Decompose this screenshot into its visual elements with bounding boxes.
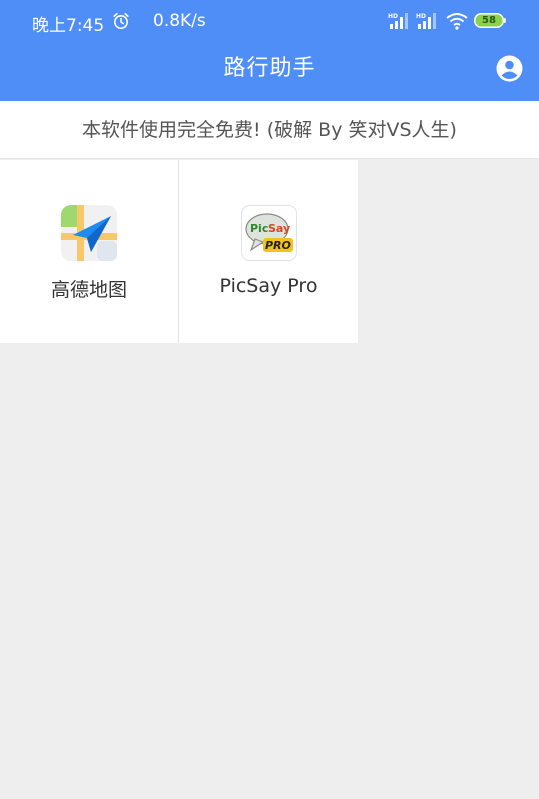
svg-text:HD: HD (388, 13, 398, 20)
battery-level: 58 (482, 15, 496, 26)
app-grid: 高德地图 Pic Say PRO PicSay Pro (0, 160, 358, 343)
app-label: 高德地图 (50, 279, 127, 301)
battery-icon: 58 (474, 13, 506, 28)
page-title: 路行助手 (223, 56, 316, 81)
status-bar: 晚上7:45 0.8K/s HD HD 58 (0, 0, 539, 44)
app-label: PicSay Pro (219, 275, 318, 297)
svg-text:Say: Say (268, 222, 290, 235)
svg-text:PRO: PRO (265, 239, 291, 252)
picsay-pro-icon: Pic Say PRO (240, 205, 297, 261)
svg-text:HD: HD (416, 13, 426, 20)
app-header: 晚上7:45 0.8K/s HD HD 58 路行助手 (0, 0, 539, 101)
account-circle-icon[interactable] (496, 55, 523, 82)
svg-text:Pic: Pic (250, 222, 268, 235)
app-tile-picsay-pro[interactable]: Pic Say PRO PicSay Pro (178, 160, 358, 343)
net-speed: 0.8K/s (153, 11, 206, 31)
signal-hd-icon: HD (416, 13, 436, 29)
wifi-icon (446, 13, 468, 30)
notice-banner: 本软件使用完全免费! (破解 By 笑对VS人生) (0, 101, 539, 159)
alarm-icon (113, 13, 129, 29)
app-tile-amap[interactable]: 高德地图 (0, 160, 178, 343)
signal-hd-icon: HD (388, 13, 408, 29)
status-time: 晚上7:45 (32, 16, 105, 36)
amap-icon (61, 205, 117, 261)
